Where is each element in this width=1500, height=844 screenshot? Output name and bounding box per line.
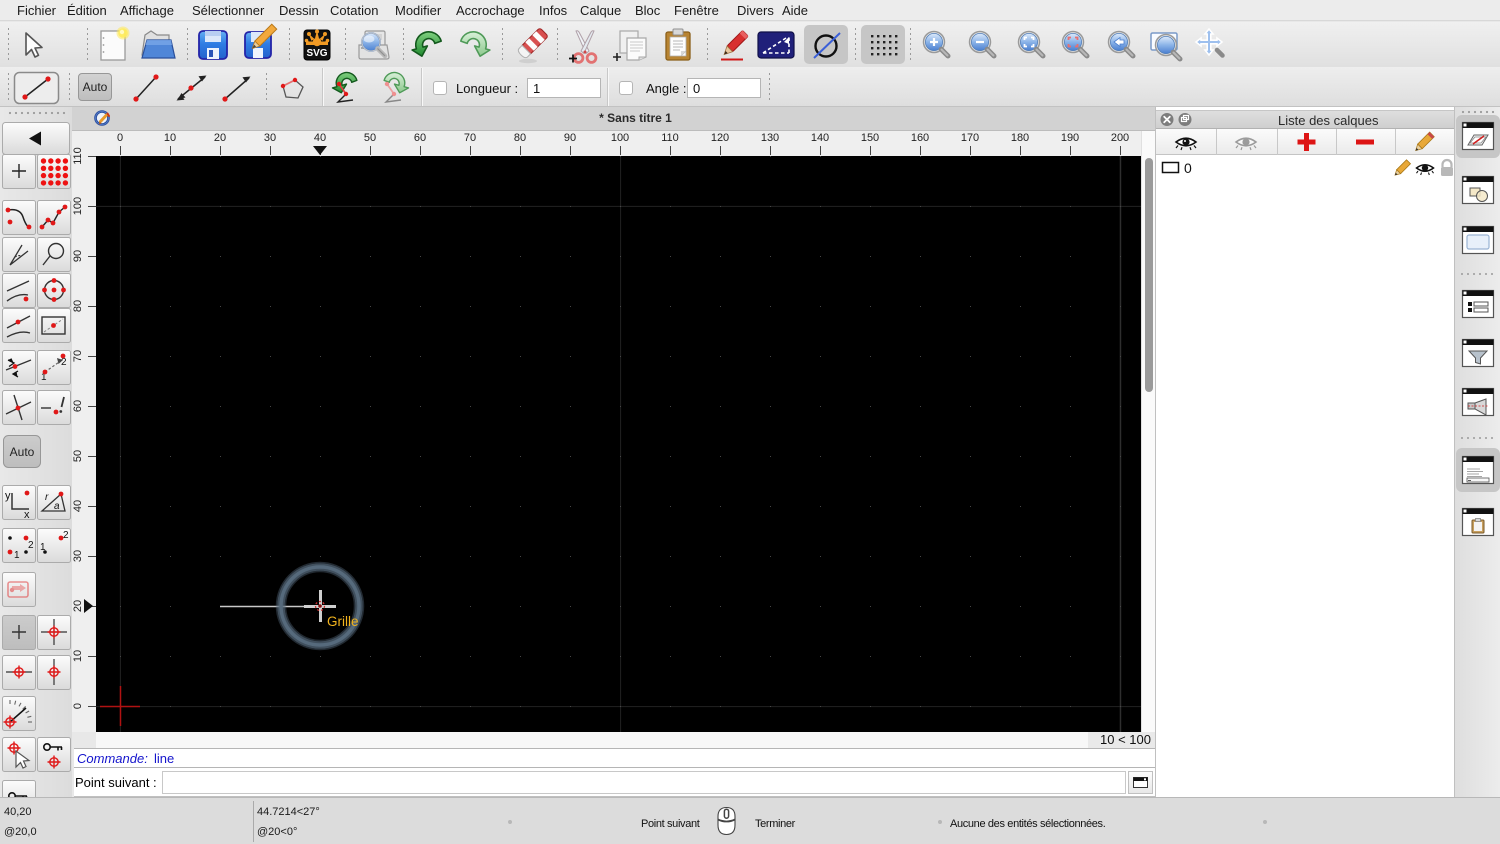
svg-text:2: 2	[63, 530, 69, 541]
svg-text:a: a	[54, 501, 60, 512]
svg-text:Auto: Auto	[10, 445, 35, 459]
svg-text:1: 1	[40, 542, 46, 553]
svg-text:Grille: Grille	[327, 614, 359, 629]
svg-text:x: x	[24, 509, 30, 521]
svg-text:2: 2	[28, 540, 34, 551]
svg-text:1: 1	[14, 550, 20, 561]
svg-text:SVG: SVG	[306, 48, 327, 59]
svg-text:0: 0	[1184, 160, 1192, 176]
svg-text:2: 2	[61, 357, 67, 368]
svg-text:y: y	[5, 490, 11, 502]
